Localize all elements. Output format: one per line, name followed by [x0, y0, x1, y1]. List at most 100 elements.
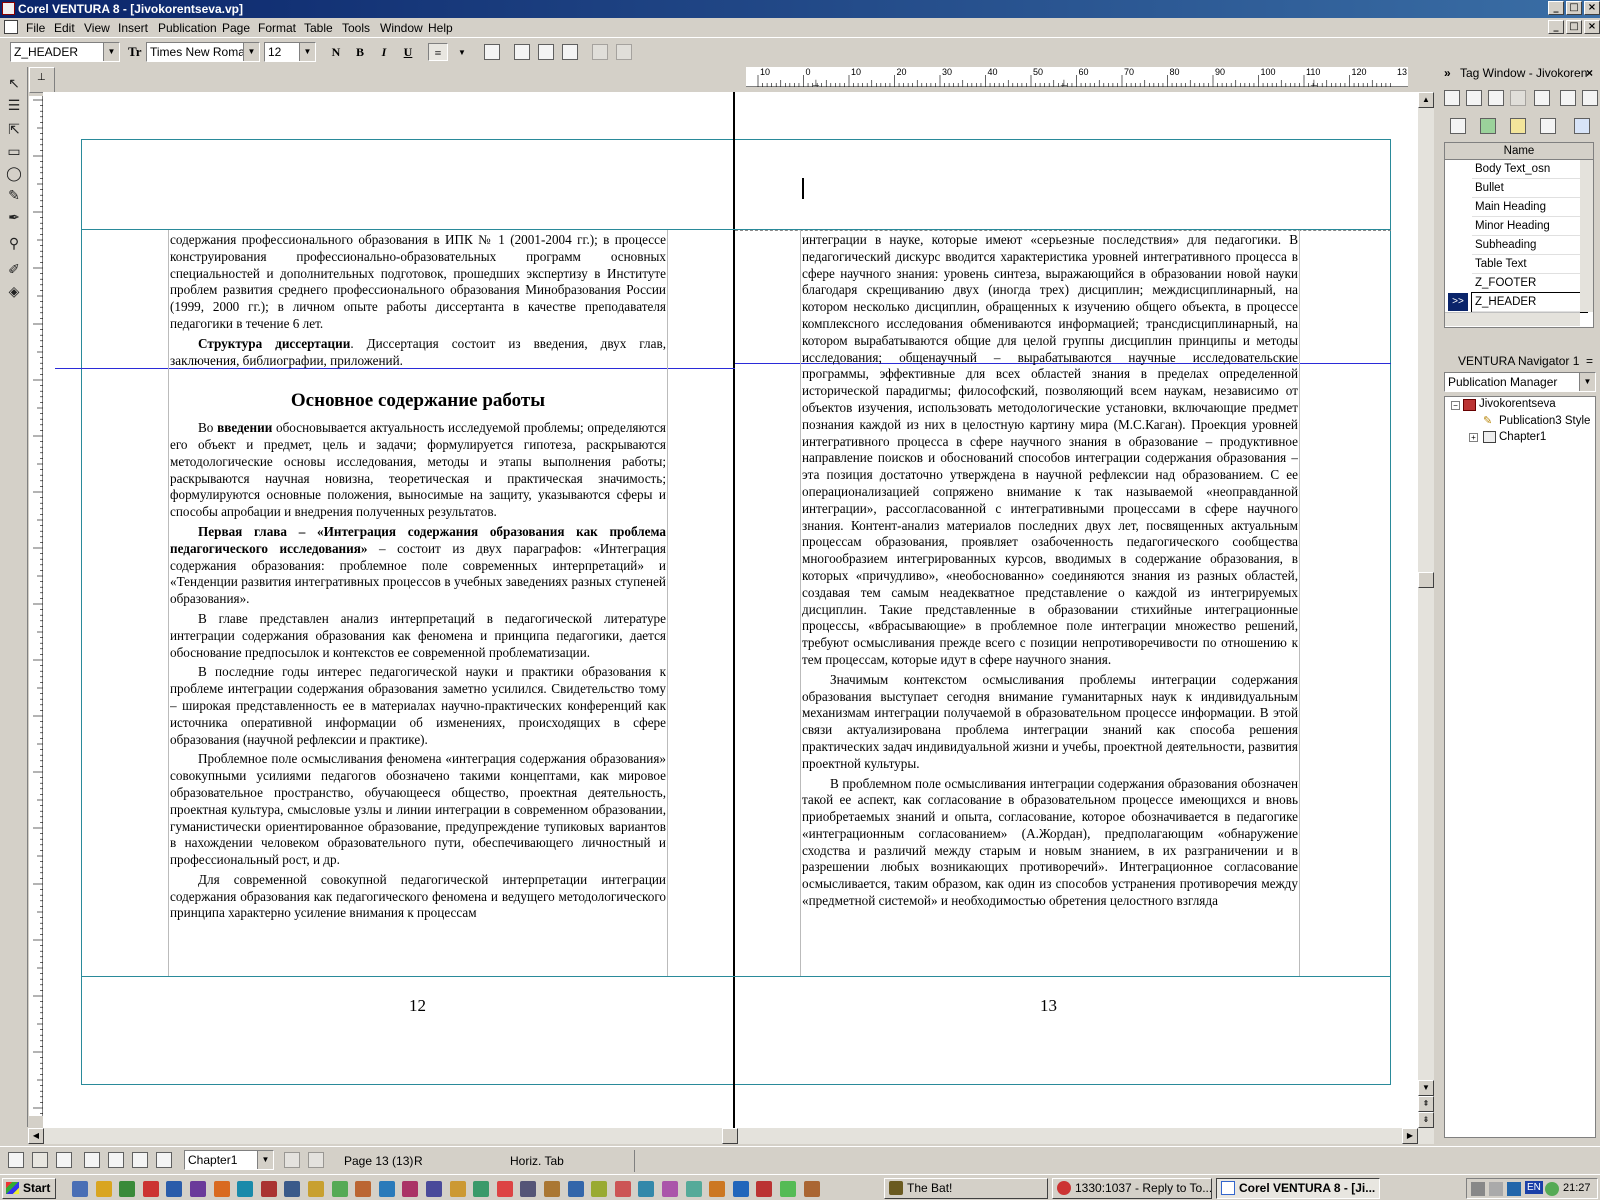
node-tool-icon[interactable]: ⇱ [3, 119, 25, 139]
normal-button[interactable]: N [326, 43, 346, 61]
quick-launch-icon[interactable] [544, 1181, 560, 1197]
tag-item[interactable]: Table Text [1472, 255, 1587, 274]
scroll-thumb[interactable] [1418, 572, 1434, 588]
view-copy-icon[interactable] [56, 1152, 72, 1168]
task-the-bat[interactable]: The Bat! [884, 1178, 1048, 1199]
table-tag-icon[interactable] [1540, 118, 1556, 134]
frame-tag-icon[interactable] [1510, 118, 1526, 134]
tree-expand-icon[interactable]: + [1469, 433, 1478, 442]
quick-launch-icon[interactable] [402, 1181, 419, 1197]
text-properties-icon[interactable] [484, 44, 500, 60]
view-document-icon[interactable] [156, 1152, 172, 1168]
quick-launch-icon[interactable] [709, 1181, 726, 1197]
tag-item[interactable]: Z_FOOTER [1472, 274, 1587, 293]
maximize-button[interactable]: □ [1566, 1, 1582, 15]
quick-launch-icon[interactable] [685, 1181, 702, 1197]
quick-launch-icon[interactable] [166, 1181, 183, 1197]
chevron-down-icon[interactable]: ▼ [299, 43, 315, 61]
chevron-down-icon[interactable]: ▼ [458, 48, 466, 57]
document-icon[interactable] [4, 20, 18, 34]
scroll-left-icon[interactable]: ◀ [28, 1128, 44, 1144]
tag-item[interactable]: Body Text_osn [1472, 160, 1587, 179]
tray-icon[interactable] [1545, 1182, 1559, 1196]
navigator-dropdown[interactable]: Publication Manager ▼ [1444, 372, 1596, 392]
tag-options-icon[interactable] [1574, 118, 1590, 134]
quick-launch-icon[interactable] [426, 1181, 442, 1197]
quick-launch-icon[interactable] [190, 1181, 206, 1197]
right-page-text-frame[interactable]: интеграции в науке, которые имеют «серье… [802, 232, 1298, 976]
horizontal-scrollbar[interactable]: ◀ ▶ [28, 1128, 1434, 1144]
quick-launch-icon[interactable] [662, 1181, 678, 1197]
menu-help[interactable]: Help [428, 21, 453, 35]
menu-edit[interactable]: Edit [54, 21, 75, 35]
quick-launch-icon[interactable] [260, 1181, 277, 1197]
new-tag-icon[interactable] [1444, 90, 1460, 106]
view-single-page-icon[interactable] [108, 1152, 124, 1168]
view-page-icon[interactable] [32, 1152, 48, 1168]
pen-tool-icon[interactable]: ✒ [3, 207, 25, 227]
ellipse-tool-icon[interactable]: ◯ [3, 163, 25, 183]
font-combo[interactable]: Times New Roman ▼ [146, 42, 260, 62]
quick-launch-icon[interactable] [591, 1181, 608, 1197]
tag-item[interactable]: Bullet [1472, 179, 1587, 198]
quick-launch-icon[interactable] [213, 1181, 230, 1197]
view-draft-icon[interactable] [8, 1152, 24, 1168]
quick-launch-icon[interactable] [449, 1181, 466, 1197]
tag-item[interactable]: Minor Heading [1472, 217, 1587, 236]
quick-launch-icon[interactable] [142, 1181, 159, 1197]
tray-icon[interactable] [1471, 1182, 1485, 1196]
bold-button[interactable]: B [350, 43, 370, 61]
underline-button[interactable]: U [398, 43, 418, 61]
chevron-down-icon[interactable]: ▼ [1579, 373, 1595, 391]
quick-launch-icon[interactable] [756, 1181, 773, 1197]
edit-tag-icon[interactable] [1488, 90, 1504, 106]
tab-marker[interactable]: ⊥ [1060, 78, 1068, 89]
tree-item-style[interactable]: Publication3 Style [1499, 415, 1590, 427]
copy-icon[interactable] [1582, 90, 1598, 106]
copy-format-icon[interactable] [592, 44, 608, 60]
scroll-thumb[interactable] [722, 1128, 738, 1144]
frame-center-icon[interactable] [538, 44, 554, 60]
chevron-down-icon[interactable]: ▼ [243, 43, 259, 61]
language-indicator[interactable]: EN [1525, 1181, 1543, 1194]
tag-item[interactable]: Z_HEADER [1471, 292, 1588, 313]
next-page-icon[interactable] [308, 1152, 324, 1168]
page-down-icon[interactable]: ⇟ [1418, 1112, 1434, 1128]
quick-launch-icon[interactable] [638, 1181, 655, 1197]
ruler-origin[interactable]: ⊥ [29, 67, 55, 93]
document-canvas[interactable]: содержания профессионального образования… [43, 92, 1418, 1128]
doc-close-button[interactable]: × [1584, 20, 1600, 34]
quick-launch-icon[interactable] [95, 1181, 112, 1197]
cut-icon[interactable] [1560, 90, 1576, 106]
rectangle-tool-icon[interactable]: ▭ [3, 141, 25, 161]
quick-launch-icon[interactable] [378, 1181, 395, 1197]
menu-view[interactable]: View [84, 21, 110, 35]
fill-tool-icon[interactable]: ◈ [3, 281, 25, 301]
rename-tag-icon[interactable] [1534, 90, 1550, 106]
quick-launch-icon[interactable] [119, 1181, 136, 1197]
apply-tag-icon[interactable] [1466, 90, 1482, 106]
paragraph-tag-icon[interactable] [1450, 118, 1466, 134]
freehand-tool-icon[interactable]: ✎ [3, 185, 25, 205]
start-button[interactable]: Start [2, 1178, 56, 1199]
menu-publication[interactable]: Publication [158, 21, 217, 35]
menu-tools[interactable]: Tools [342, 21, 370, 35]
align-justify-icon[interactable]: ≡ [428, 43, 448, 61]
doc-minimize-button[interactable]: _ [1548, 20, 1564, 34]
quick-launch-icon[interactable] [496, 1181, 513, 1197]
menu-file[interactable]: File [26, 21, 45, 35]
chevron-down-icon[interactable]: ▼ [257, 1151, 273, 1169]
menu-page[interactable]: Page [222, 21, 250, 35]
pick-tool-icon[interactable]: ↖ [3, 73, 25, 93]
vertical-scrollbar[interactable]: ▲ ▼ ⇞ ⇟ [1418, 92, 1434, 1128]
view-facing-pages-icon[interactable] [132, 1152, 148, 1168]
quick-launch-icon[interactable] [331, 1181, 348, 1197]
tag-combo[interactable]: Z_HEADER ▼ [10, 42, 120, 62]
character-tag-icon[interactable] [1480, 118, 1496, 134]
close-icon[interactable]: × [1586, 64, 1593, 82]
navigator-tree[interactable]: − Jivokorentseva ✎ Publication3 Style + … [1444, 396, 1596, 1138]
font-size-combo[interactable]: 12 ▼ [264, 42, 316, 62]
tag-item[interactable]: Subheading [1472, 236, 1587, 255]
menu-insert[interactable]: Insert [118, 21, 148, 35]
zoom-tool-icon[interactable]: ⚲ [3, 233, 25, 253]
